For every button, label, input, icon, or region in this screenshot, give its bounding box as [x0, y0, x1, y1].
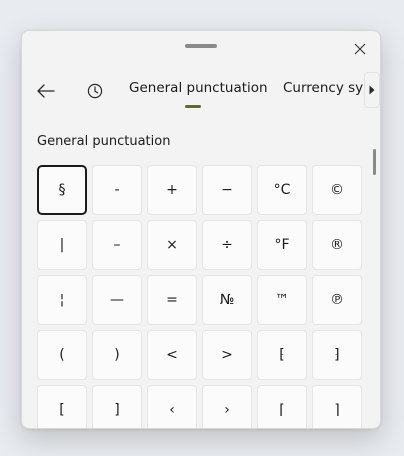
symbol-cell[interactable]: °C	[257, 165, 307, 215]
scroll-tabs-right-button[interactable]	[364, 72, 380, 108]
symbol-cell[interactable]: −	[202, 165, 252, 215]
symbol-cell[interactable]: ×	[147, 220, 197, 270]
symbol-cell[interactable]: =	[147, 275, 197, 325]
tab-currency-symbols[interactable]: Currency sym	[283, 80, 376, 96]
symbol-cell[interactable]: ⁅	[257, 330, 307, 380]
symbol-cell[interactable]: §	[37, 165, 87, 215]
symbol-cell[interactable]: ÷	[202, 220, 252, 270]
arrow-left-icon	[37, 84, 55, 98]
symbol-cell[interactable]: ‹	[147, 385, 197, 428]
caret-right-icon	[369, 85, 375, 95]
scrollbar-thumb[interactable]	[373, 149, 376, 175]
symbol-cell[interactable]: №	[202, 275, 252, 325]
symbol-cell[interactable]: –	[92, 220, 142, 270]
symbol-cell[interactable]: °F	[257, 220, 307, 270]
symbol-cell[interactable]: ⌉	[312, 385, 362, 428]
back-button[interactable]	[30, 75, 62, 107]
close-button[interactable]	[346, 35, 374, 63]
category-nav: General punctuation Currency sym	[22, 71, 380, 117]
close-icon	[354, 43, 366, 55]
recent-symbols-button[interactable]	[79, 75, 111, 107]
symbol-cell[interactable]: )	[92, 330, 142, 380]
symbol-cell[interactable]: (	[37, 330, 87, 380]
clock-icon	[87, 83, 103, 99]
tab-general-punctuation[interactable]: General punctuation	[129, 80, 268, 96]
symbol-cell[interactable]: ©	[312, 165, 362, 215]
symbol-cell[interactable]: <	[147, 330, 197, 380]
drag-handle[interactable]	[185, 44, 217, 48]
symbol-cell[interactable]: ›	[202, 385, 252, 428]
symbol-cell[interactable]: ⁆	[312, 330, 362, 380]
symbol-cell[interactable]: [	[37, 385, 87, 428]
symbol-picker-panel: General punctuation Currency sym General…	[21, 30, 381, 429]
symbol-cell[interactable]: >	[202, 330, 252, 380]
symbol-cell[interactable]: |	[37, 220, 87, 270]
symbol-cell[interactable]: +	[147, 165, 197, 215]
symbol-cell[interactable]: ]	[92, 385, 142, 428]
symbol-cell[interactable]: -	[92, 165, 142, 215]
symbol-cell[interactable]: ®	[312, 220, 362, 270]
symbol-cell[interactable]: ⌈	[257, 385, 307, 428]
symbol-cell[interactable]: ¦	[37, 275, 87, 325]
symbol-cell[interactable]: ℗	[312, 275, 362, 325]
selected-tab-indicator	[185, 105, 201, 108]
section-heading: General punctuation	[37, 134, 171, 149]
symbol-cell[interactable]: ™	[257, 275, 307, 325]
symbol-cell[interactable]: —	[92, 275, 142, 325]
